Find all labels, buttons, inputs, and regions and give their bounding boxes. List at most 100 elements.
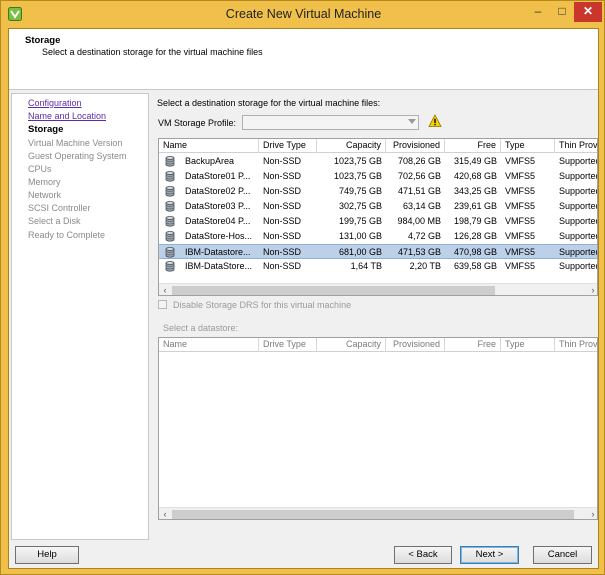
table-row[interactable]: DataStore04 P... Non-SSD 199,75 GB 984,00 M… — [159, 214, 597, 229]
dialog-window: Create New Virtual Machine – □ ✕ Storage… — [0, 0, 605, 575]
column-header-type[interactable]: Type — [501, 139, 555, 153]
datastore-icon — [165, 216, 175, 227]
chevron-left-icon[interactable]: ‹ — [159, 508, 171, 519]
back-button[interactable]: < Back — [394, 546, 452, 564]
datastore-table: Name Drive Type Capacity Provisioned Free Typ… — [158, 138, 598, 296]
datastore-icon — [165, 156, 175, 167]
cell-free: 315,49 GB — [453, 156, 497, 166]
column-header-drive[interactable]: Drive Type — [259, 338, 317, 352]
close-button[interactable]: ✕ — [574, 2, 602, 22]
cell-type: VMFS5 — [505, 261, 536, 271]
cell-name: IBM-Datastore... — [185, 247, 251, 257]
chevron-right-icon[interactable]: › — [587, 508, 597, 519]
cell-provisioned: 63,14 GB — [402, 201, 441, 211]
cell-provisioned: 2,20 TB — [409, 261, 441, 271]
cell-capacity: 199,75 GB — [338, 216, 382, 226]
column-header-provisioned[interactable]: Provisioned — [386, 338, 445, 352]
column-header-drive[interactable]: Drive Type — [259, 139, 317, 153]
wizard-footer: Help < Back Next > Cancel — [9, 540, 598, 569]
step-memory: Memory — [28, 177, 61, 187]
dialog-client: Storage Select a destination storage for… — [8, 28, 599, 569]
step-virtual-machine-version: Virtual Machine Version — [28, 138, 123, 148]
cell-free: 420,68 GB — [453, 171, 497, 181]
step-select-a-disk: Select a Disk — [28, 216, 81, 226]
cell-capacity: 131,00 GB — [338, 231, 382, 241]
next-button[interactable]: Next > — [460, 546, 519, 564]
chevron-left-icon[interactable]: ‹ — [159, 284, 171, 295]
cell-provisioned: 471,53 GB — [397, 247, 441, 257]
table-row[interactable]: DataStore03 P... Non-SSD 302,75 GB 63,14 GB… — [159, 199, 597, 214]
help-button[interactable]: Help — [15, 546, 79, 564]
cell-free: 470,98 GB — [453, 247, 497, 257]
cell-free: 639,58 GB — [453, 261, 497, 271]
minimize-button[interactable]: – — [526, 2, 550, 22]
step-cpus: CPUs — [28, 164, 52, 174]
step-scsi-controller: SCSI Controller — [28, 203, 91, 213]
column-header-free[interactable]: Free — [445, 338, 501, 352]
datastore-icon — [165, 201, 175, 212]
cell-thin: Supported — [559, 171, 598, 181]
cell-drive: Non-SSD — [263, 156, 302, 166]
column-header-provisioned[interactable]: Provisioned — [386, 139, 445, 153]
cell-name: DataStore04 P... — [185, 216, 251, 226]
cell-name: DataStore01 P... — [185, 171, 251, 181]
table-row[interactable]: IBM-DataStore... Non-SSD 1,64 TB 2,20 TB 639… — [159, 259, 597, 274]
step-name-and-location[interactable]: Name and Location — [28, 111, 106, 121]
column-header-capacity[interactable]: Capacity — [317, 338, 386, 352]
cell-capacity: 1,64 TB — [350, 261, 382, 271]
cell-free: 198,79 GB — [453, 216, 497, 226]
cell-name: DataStore-Hos... — [185, 231, 253, 241]
warning-icon[interactable] — [428, 114, 442, 128]
step-network: Network — [28, 190, 62, 200]
step-configuration[interactable]: Configuration — [28, 98, 82, 108]
table-row[interactable]: DataStore02 P... Non-SSD 749,75 GB 471,51 G… — [159, 184, 597, 199]
cell-type: VMFS5 — [505, 247, 536, 257]
datastore-icon — [165, 171, 175, 182]
step-ready-to-complete: Ready to Complete — [28, 230, 106, 240]
cell-type: VMFS5 — [505, 156, 536, 166]
select-datastore-label: Select a datastore: — [163, 323, 239, 333]
cell-provisioned: 471,51 GB — [397, 186, 441, 196]
vm-storage-profile-select[interactable] — [242, 115, 419, 130]
table-hscrollbar[interactable]: ‹ › — [159, 283, 597, 295]
cell-type: VMFS5 — [505, 171, 536, 181]
column-header-type[interactable]: Type — [501, 338, 555, 352]
disable-drs-checkbox[interactable] — [158, 300, 167, 309]
cell-drive: Non-SSD — [263, 247, 302, 257]
cell-drive: Non-SSD — [263, 261, 302, 271]
table-row[interactable]: IBM-Datastore... Non-SSD 681,00 GB 471,53 G… — [159, 244, 598, 259]
chevron-right-icon[interactable]: › — [587, 284, 597, 295]
datastore-icon — [165, 247, 175, 258]
column-header-thin[interactable]: Thin Prov — [555, 338, 597, 352]
table-header: Name Drive Type Capacity Provisioned Free Typ… — [159, 338, 597, 352]
title-bar[interactable]: Create New Virtual Machine – □ ✕ — [1, 1, 605, 27]
table-row[interactable]: DataStore-Hos... Non-SSD 131,00 GB 4,72 GB 1… — [159, 229, 597, 244]
table-hscrollbar[interactable]: ‹ › — [159, 507, 597, 519]
table-row[interactable]: BackupArea Non-SSD 1023,75 GB 708,26 GB 315,… — [159, 154, 598, 169]
step-guest-operating-system: Guest Operating System — [28, 151, 127, 161]
datastore-icon — [165, 231, 175, 242]
table-header: Name Drive Type Capacity Provisioned Free Typ… — [159, 139, 597, 153]
page-subtitle: Select a destination storage for the vir… — [42, 47, 263, 57]
column-header-capacity[interactable]: Capacity — [317, 139, 386, 153]
column-header-name[interactable]: Name — [159, 139, 259, 153]
cell-type: VMFS5 — [505, 231, 536, 241]
cell-free: 126,28 GB — [453, 231, 497, 241]
column-header-thin[interactable]: Thin Prov — [555, 139, 597, 153]
cell-provisioned: 4,72 GB — [407, 231, 441, 241]
step-storage: Storage — [28, 124, 64, 135]
scroll-thumb[interactable] — [172, 286, 495, 295]
cell-capacity: 1023,75 GB — [333, 156, 382, 166]
cell-drive: Non-SSD — [263, 171, 302, 181]
maximize-button[interactable]: □ — [550, 2, 574, 22]
table-row[interactable]: DataStore01 P... Non-SSD 1023,75 GB 702,56 … — [159, 169, 598, 184]
cell-thin: Supported — [559, 156, 598, 166]
column-header-free[interactable]: Free — [445, 139, 501, 153]
column-header-name[interactable]: Name — [159, 338, 259, 352]
scroll-thumb[interactable] — [172, 510, 574, 519]
storage-heading: Select a destination storage for the vir… — [157, 98, 381, 108]
cell-name: BackupArea — [185, 156, 235, 166]
cell-thin: Supported — [559, 247, 598, 257]
cancel-button[interactable]: Cancel — [533, 546, 592, 564]
cell-capacity: 1023,75 GB — [333, 171, 382, 181]
